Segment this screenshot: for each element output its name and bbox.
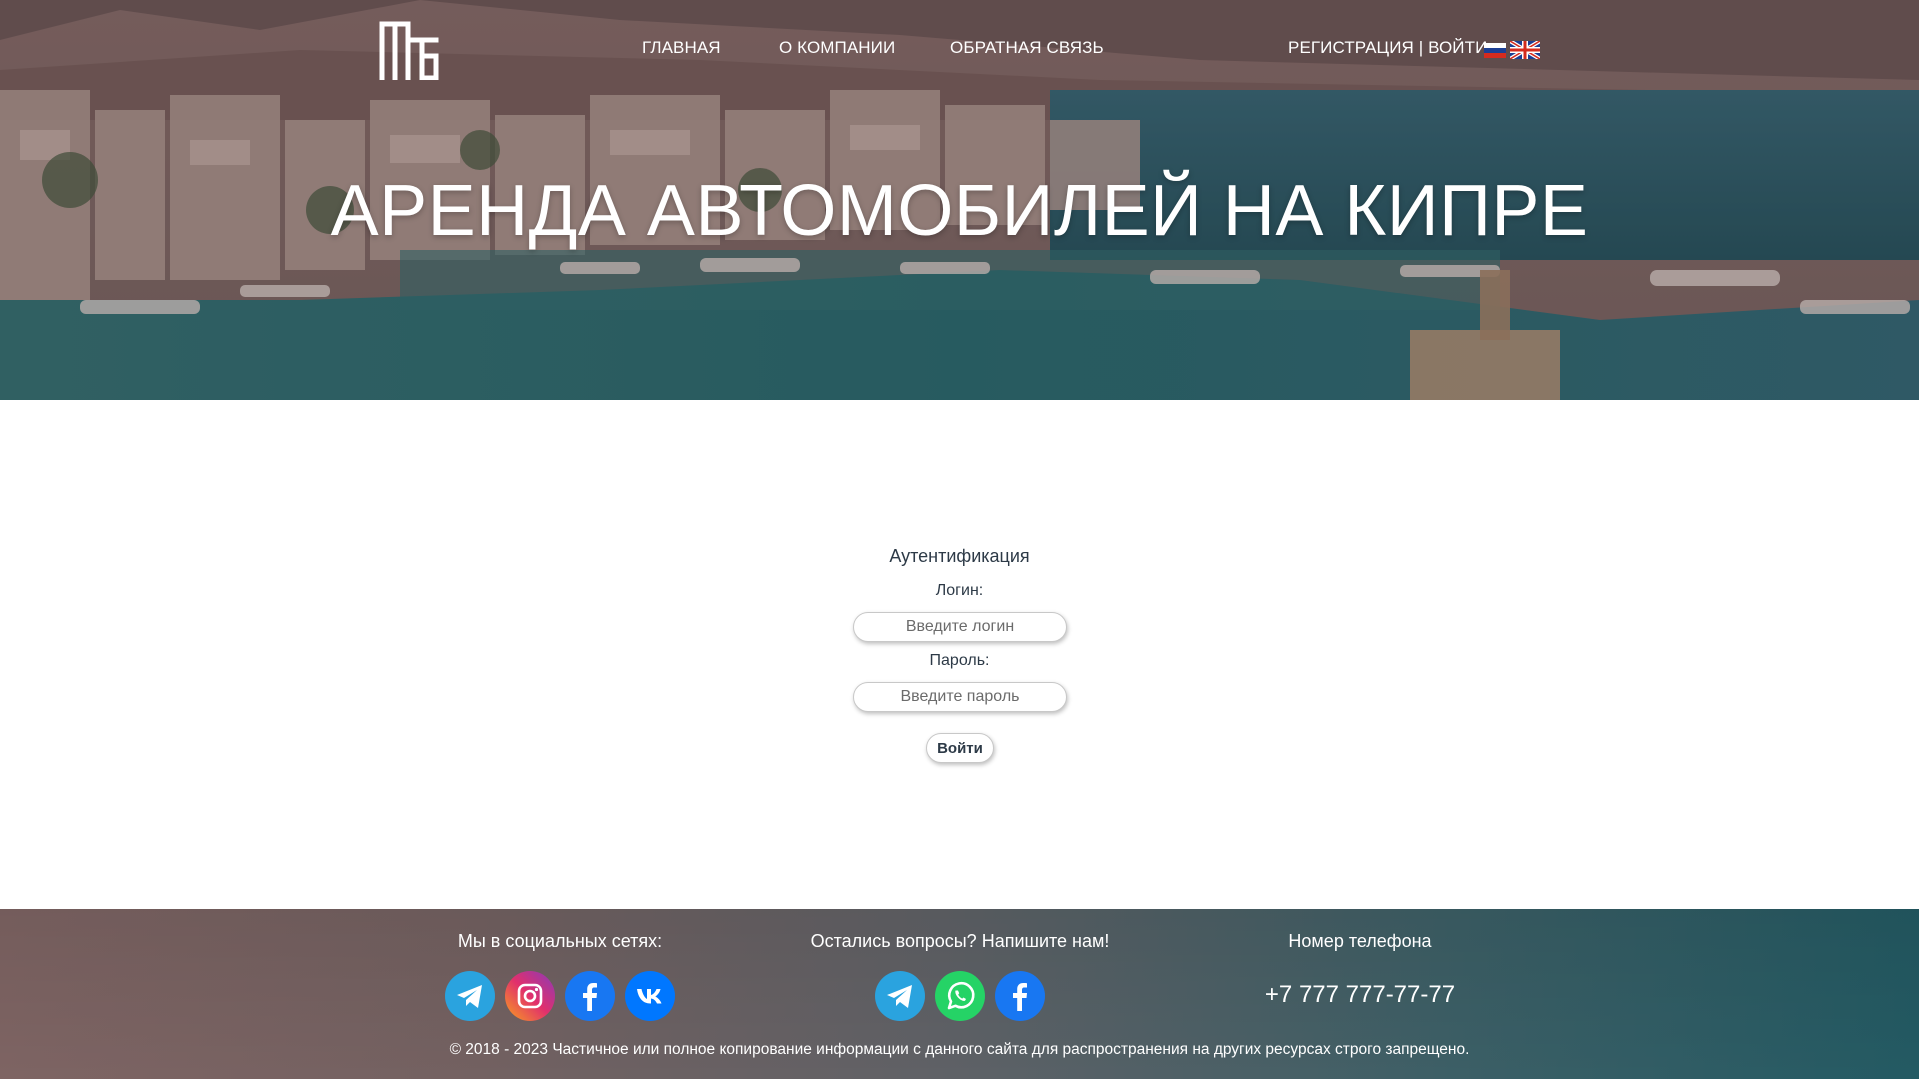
nav-link-home[interactable]: ГЛАВНАЯ	[642, 38, 721, 58]
facebook-contact-icon[interactable]	[995, 971, 1045, 1021]
login-label: Логин:	[935, 582, 984, 599]
login-input[interactable]	[853, 612, 1067, 642]
hero-banner: ГЛАВНАЯ О КОМПАНИИ ОБРАТНАЯ СВЯЗЬ РЕГИСТ…	[0, 0, 1919, 400]
russian-flag-icon[interactable]	[1484, 41, 1506, 59]
hero-title: АРЕНДА АВТОМОБИЛЕЙ НА КИПРЕ	[330, 171, 1589, 251]
password-input[interactable]	[853, 682, 1067, 712]
nav-link-about[interactable]: О КОМПАНИИ	[779, 38, 895, 58]
nav-link-register-login[interactable]: РЕГИСТРАЦИЯ | ВОЙТИ	[1288, 38, 1487, 58]
password-label: Пароль:	[929, 652, 990, 669]
copyright-text: © 2018 - 2023 Частичное или полное копир…	[449, 1041, 1470, 1058]
footer: Мы в социальных сетях: Остались вопросы?…	[0, 909, 1919, 1079]
instagram-icon[interactable]	[505, 971, 555, 1021]
facebook-icon[interactable]	[565, 971, 615, 1021]
contact-section-title: Остались вопросы? Напишите нам!	[810, 931, 1110, 951]
whatsapp-icon[interactable]	[935, 971, 985, 1021]
nav-link-feedback[interactable]: ОБРАТНАЯ СВЯЗЬ	[950, 38, 1104, 58]
login-submit-button[interactable]: Войти	[926, 733, 994, 763]
telegram-contact-icon[interactable]	[875, 971, 925, 1021]
social-section-title: Мы в социальных сетях:	[457, 931, 663, 951]
vk-icon[interactable]	[625, 971, 675, 1021]
form-heading: Аутентификация	[889, 546, 1030, 566]
phone-number[interactable]: +7 777 777-77-77	[1220, 981, 1500, 1009]
phone-section-title: Номер телефона	[1288, 931, 1432, 951]
english-flag-icon[interactable]	[1510, 41, 1540, 59]
main-navigation: ГЛАВНАЯ О КОМПАНИИ ОБРАТНАЯ СВЯЗЬ РЕГИСТ…	[0, 38, 1919, 62]
telegram-icon[interactable]	[445, 971, 495, 1021]
